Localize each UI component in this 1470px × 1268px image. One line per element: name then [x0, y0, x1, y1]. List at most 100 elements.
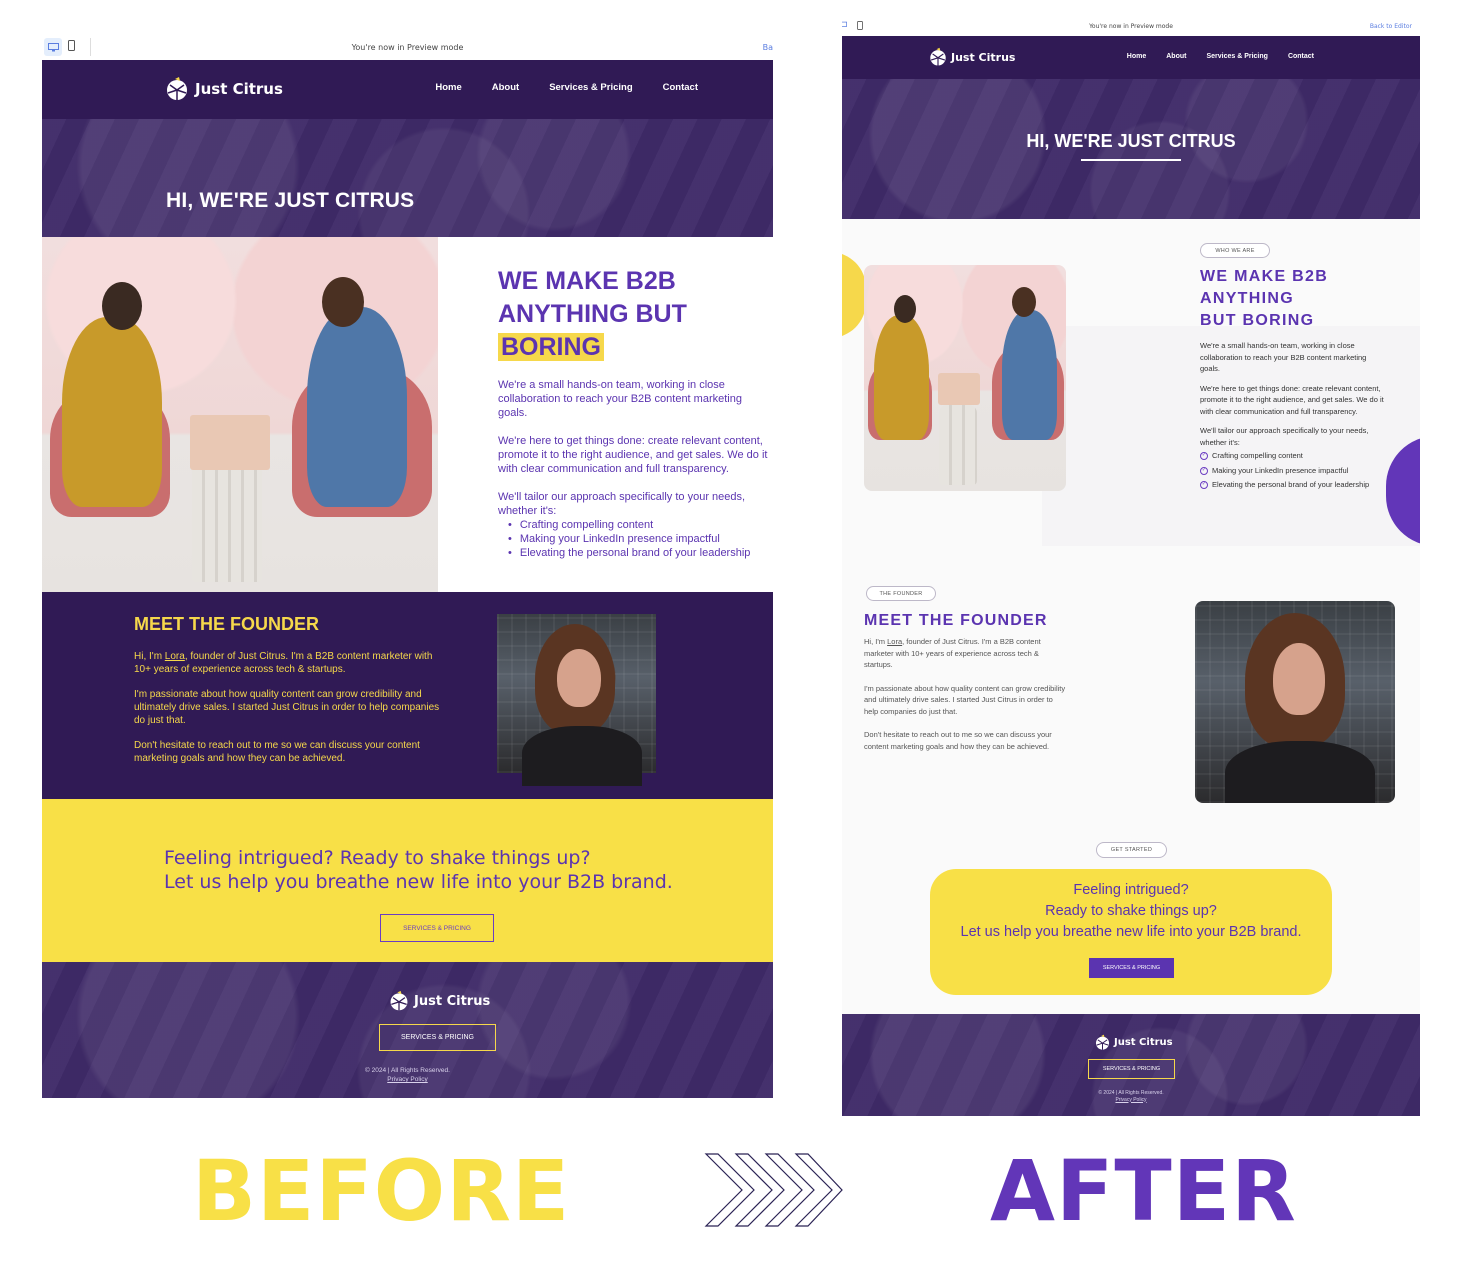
site-header: Just Citrus Home About Services & Pricin… — [842, 36, 1420, 79]
founder-photo — [1195, 601, 1395, 803]
list-item-text: Elevating the personal brand of your lea… — [1212, 480, 1370, 489]
cta-line-2: Let us help you breathe new life into yo… — [164, 871, 673, 893]
nav-contact[interactable]: Contact — [1288, 53, 1314, 60]
privacy-policy-link[interactable]: Privacy Policy — [42, 1075, 773, 1084]
footer-brand-name: Just Citrus — [414, 993, 491, 1009]
who-we-are-pill: WHO WE ARE — [1200, 243, 1270, 258]
site-header: Just Citrus Home About Services & Pricin… — [42, 60, 773, 119]
founder-heading: MEET THE FOUNDER — [134, 614, 320, 634]
before-label: BEFORE — [192, 1142, 571, 1240]
main-nav: Home About Services & Pricing Contact — [435, 82, 698, 93]
back-to-editor-link[interactable]: Ba — [763, 43, 773, 52]
founder-paragraph-2: I'm passionate about how quality content… — [864, 683, 1066, 716]
brand-name: Just Citrus — [195, 80, 283, 98]
footer-copyright: © 2024 | All Rights Reserved. Privacy Po… — [42, 1066, 773, 1084]
citrus-logo-icon — [167, 77, 187, 100]
main-nav: Home About Services & Pricing Contact — [1127, 53, 1314, 60]
heading-line-2: ANYTHING BUT — [498, 300, 687, 328]
services-pricing-button[interactable]: SERVICES & PRICING — [1089, 958, 1174, 978]
nav-home[interactable]: Home — [1127, 53, 1146, 60]
founder-intro: Hi, I'm — [134, 651, 165, 662]
desktop-icon[interactable] — [842, 21, 847, 29]
list-item: Elevating the personal brand of your lea… — [508, 546, 773, 560]
privacy-policy-link[interactable]: Privacy Policy — [842, 1097, 1420, 1104]
about-paragraph-3: We'll tailor our approach specifically t… — [1200, 426, 1369, 447]
nav-services-pricing[interactable]: Services & Pricing — [549, 82, 632, 93]
preview-bar: You're now in Preview mode Ba — [42, 34, 773, 60]
about-text: WE MAKE B2B ANYTHING BUT BORING We're a … — [1200, 266, 1385, 494]
about-section: WE MAKE B2B ANYTHING BUT BORING We're a … — [42, 237, 773, 592]
about-paragraph-2: We're here to get things done: create re… — [1200, 383, 1384, 416]
footer-logo[interactable]: Just Citrus — [1094, 1034, 1173, 1051]
heading-line-2: ANYTHING — [1200, 290, 1294, 307]
services-list: Crafting compelling content Making your … — [508, 518, 773, 560]
list-item-text: Crafting compelling content — [1212, 451, 1303, 460]
about-paragraph-1: We're a small hands-on team, working in … — [498, 379, 742, 419]
check-circle-icon: ✓ — [1200, 481, 1208, 489]
cta-line-3: Let us help you breathe new life into yo… — [960, 924, 1302, 940]
desktop-icon[interactable] — [44, 38, 62, 56]
about-paragraph-3: We'll tailor our approach specifically t… — [498, 491, 746, 517]
nav-contact[interactable]: Contact — [663, 82, 698, 93]
list-item: Crafting compelling content — [508, 518, 773, 532]
cta-line-1: Feeling intrigued? — [1073, 882, 1189, 898]
preview-notice: You're now in Preview mode — [351, 42, 464, 52]
nav-services-pricing[interactable]: Services & Pricing — [1206, 53, 1267, 60]
list-item: Making your LinkedIn presence impactful — [508, 532, 773, 546]
services-list: ✓ Crafting compelling content ✓ Making you… — [1200, 450, 1385, 491]
list-item: ✓ Making your LinkedIn presence impactful — [1200, 465, 1385, 477]
list-item-text: Making your LinkedIn presence impactful — [1212, 465, 1349, 475]
founder-paragraph-2: I'm passionate about how quality content… — [134, 689, 440, 726]
heading-highlight: BORING — [498, 333, 604, 361]
hero-title: HI, WE'RE JUST CITRUS — [166, 189, 415, 212]
divider — [90, 38, 91, 56]
heading-line-1: WE MAKE B2B — [498, 267, 676, 295]
heading-line-1: WE MAKE B2B — [1200, 268, 1329, 285]
after-label: AFTER — [990, 1142, 1297, 1240]
chevron-right-arrows-icon — [704, 1153, 843, 1227]
founder-text: Hi, I'm Lora, founder of Just Citrus. I'… — [134, 650, 444, 777]
get-started-pill: GET STARTED — [1096, 842, 1167, 858]
team-photo — [864, 265, 1066, 491]
footer-services-pricing-button[interactable]: SERVICES & PRICING — [1088, 1059, 1175, 1079]
back-to-editor-link[interactable]: Back to Editor — [1370, 23, 1412, 30]
citrus-logo-icon — [1095, 1034, 1110, 1050]
nav-about[interactable]: About — [492, 82, 519, 93]
about-heading: WE MAKE B2B ANYTHING BUT BORING — [498, 265, 773, 364]
founder-name-link[interactable]: Lora — [165, 651, 185, 662]
nav-about[interactable]: About — [1166, 53, 1186, 60]
cta-section: Feeling intrigued? Ready to shake things… — [42, 799, 773, 962]
mobile-icon[interactable] — [68, 40, 75, 51]
preview-bar: You're now in Preview mode Back to Edito… — [842, 16, 1420, 36]
hero-section: HI, WE'RE JUST CITRUS — [842, 79, 1420, 219]
founder-text: MEET THE FOUNDER Hi, I'm Lora, founder o… — [864, 612, 1069, 764]
site-footer: Just Citrus SERVICES & PRICING © 2024 | … — [842, 1014, 1420, 1116]
services-pricing-button[interactable]: SERVICES & PRICING — [380, 914, 494, 942]
cta-section: Feeling intrigued? Ready to shake things… — [930, 869, 1332, 995]
about-paragraph-2: We're here to get things done: create re… — [498, 435, 768, 475]
after-screenshot: You're now in Preview mode Back to Edito… — [842, 16, 1420, 1116]
about-paragraph-1: We're a small hands-on team, working in … — [1200, 341, 1367, 373]
brand-logo[interactable]: Just Citrus — [928, 47, 1015, 67]
citrus-logo-icon — [390, 990, 408, 1011]
check-circle-icon: ✓ — [1200, 452, 1208, 460]
footer-services-pricing-button[interactable]: SERVICES & PRICING — [379, 1024, 496, 1051]
brand-name: Just Citrus — [951, 50, 1016, 64]
founder-paragraph-3: Don't hesitate to reach out to me so we … — [134, 740, 420, 764]
the-founder-pill: THE FOUNDER — [866, 586, 936, 601]
about-heading: WE MAKE B2B ANYTHING BUT BORING — [1200, 266, 1385, 332]
brand-logo[interactable]: Just Citrus — [164, 76, 283, 102]
about-text: WE MAKE B2B ANYTHING BUT BORING We're a … — [498, 265, 773, 560]
founder-name-link[interactable]: Lora — [887, 637, 902, 646]
founder-intro: Hi, I'm — [864, 637, 888, 646]
nav-home[interactable]: Home — [435, 82, 461, 93]
footer-logo[interactable]: Just Citrus — [388, 990, 490, 1012]
hero-title: HI, WE'RE JUST CITRUS — [1026, 131, 1236, 151]
footer-copyright: © 2024 | All Rights Reserved. Privacy Po… — [842, 1090, 1420, 1103]
decorative-yellow-shape — [842, 252, 866, 338]
hero-underline — [1081, 159, 1181, 161]
comparison-canvas: You're now in Preview mode Ba Just Citru… — [0, 0, 1470, 1268]
founder-paragraph-3: Don't hesitate to reach out to me so we … — [864, 730, 1052, 751]
check-circle-icon: ✓ — [1200, 466, 1208, 475]
mobile-icon[interactable] — [857, 21, 863, 30]
